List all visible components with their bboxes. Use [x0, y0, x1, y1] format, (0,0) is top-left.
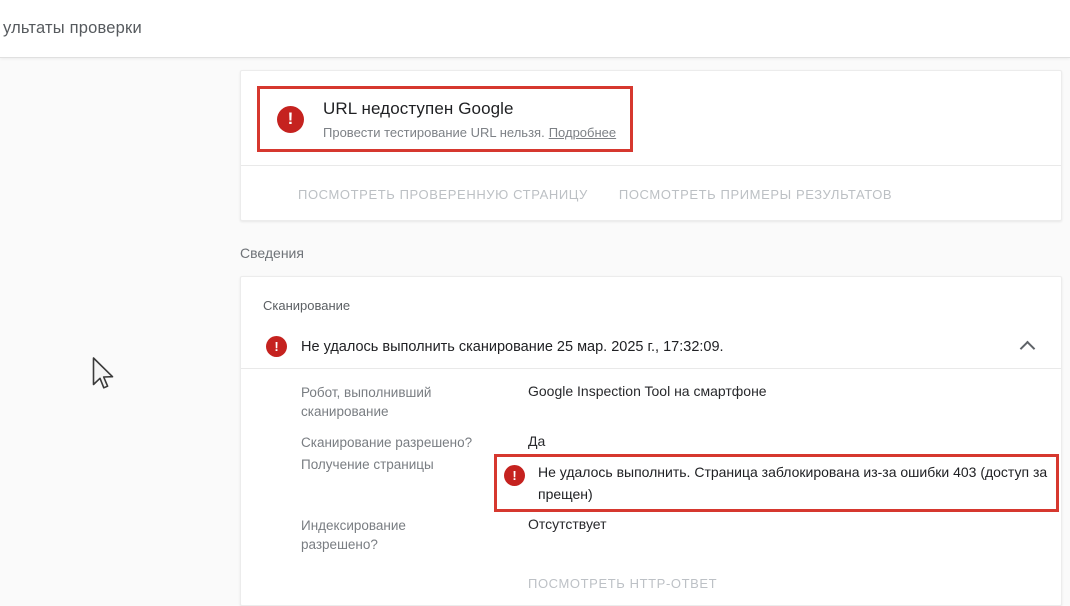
error-icon-glyph: !	[274, 339, 278, 354]
detail-row-crawler: Робот, выполнивший сканирование Google I…	[301, 382, 1053, 421]
mouse-cursor-icon	[92, 357, 116, 393]
verdict-text-block: URL недоступен Google Провести тестирова…	[323, 99, 616, 140]
top-bar: ультаты проверки	[0, 0, 1070, 58]
verdict-subtitle: Провести тестирование URL нельзя. Подробн…	[323, 125, 616, 140]
crawl-detail-rows: Робот, выполнивший сканирование Google I…	[301, 382, 1053, 591]
annotation-box-fetch-error: ! Не удалось выполнить. Страница заблоки…	[494, 454, 1059, 512]
verdict-subtitle-text: Провести тестирование URL нельзя.	[323, 125, 545, 140]
detail-value: Отсутствует	[528, 515, 607, 534]
view-tested-page-button[interactable]: ПОСМОТРЕТЬ ПРОВЕРЕННУЮ СТРАНИЦУ	[298, 187, 588, 202]
detail-value: Да	[528, 432, 545, 451]
page-title: ультаты проверки	[3, 19, 142, 38]
error-icon: !	[277, 106, 304, 133]
detail-label: Робот, выполнивший сканирование	[301, 383, 479, 421]
detail-label: Получение страницы	[301, 455, 479, 474]
verdict-card: ! URL недоступен Google Провести тестиро…	[240, 70, 1062, 221]
detail-label: Сканирование разрешено?	[301, 433, 479, 452]
crawl-summary-row[interactable]: ! Не удалось выполнить сканирование 25 м…	[266, 336, 1001, 357]
fetch-error-text: Не удалось выполнить. Страница заблокиро…	[538, 461, 1054, 505]
crawl-card: Сканирование ! Не удалось выполнить скан…	[240, 276, 1062, 606]
annotation-box-verdict: ! URL недоступен Google Провести тестиро…	[257, 86, 633, 152]
detail-value: Google Inspection Tool на смартфоне	[528, 382, 767, 401]
verdict-title: URL недоступен Google	[323, 99, 616, 119]
details-heading: Сведения	[240, 245, 304, 261]
error-icon-glyph: !	[512, 466, 516, 485]
learn-more-link[interactable]: Подробнее	[549, 125, 616, 140]
error-icon-glyph: !	[288, 109, 294, 129]
error-icon: !	[504, 465, 525, 486]
detail-row-indexing-allowed: Индексирование разрешено? Отсутствует	[301, 515, 1053, 554]
error-icon: !	[266, 336, 287, 357]
view-sample-results-button[interactable]: ПОСМОТРЕТЬ ПРИМЕРЫ РЕЗУЛЬТАТОВ	[619, 187, 892, 202]
view-http-response-button[interactable]: ПОСМОТРЕТЬ HTTP-ОТВЕТ	[528, 576, 717, 591]
crawl-summary-text: Не удалось выполнить сканирование 25 мар…	[301, 339, 724, 355]
detail-row-crawl-allowed: Сканирование разрешено? Да	[301, 432, 1053, 452]
detail-label: Индексирование разрешено?	[301, 516, 479, 554]
detail-row-page-fetch: Получение страницы ! Не удалось выполнит…	[301, 454, 1053, 512]
crawl-section-title: Сканирование	[263, 298, 350, 313]
verdict-actions-row: ПОСМОТРЕТЬ ПРОВЕРЕННУЮ СТРАНИЦУ ПОСМОТРЕ…	[241, 166, 1061, 222]
url-inspection-page: ультаты проверки ! URL недоступен Google…	[0, 0, 1070, 581]
chevron-up-icon[interactable]	[1020, 341, 1036, 357]
card-divider	[241, 368, 1061, 369]
